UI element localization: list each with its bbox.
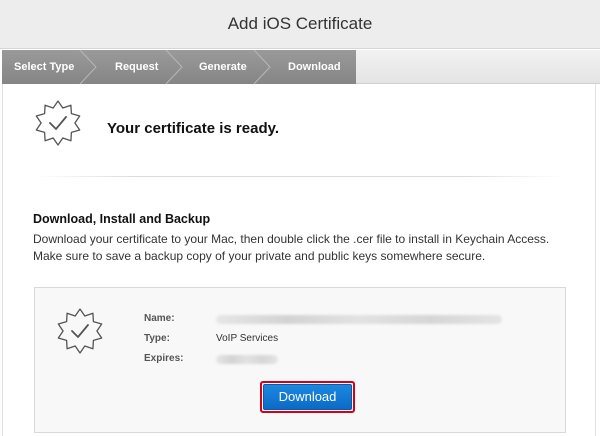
step-progress-bar: Select Type Request Generate Download [2,50,600,84]
certificate-type-value: VoIP Services [216,333,279,344]
page-title: Add iOS Certificate [227,14,373,33]
certificate-badge-check-icon [35,100,81,146]
download-button[interactable]: Download [263,384,352,410]
instructions-line-1: Download your certificate to your Mac, t… [33,232,550,246]
step-download: Download [288,61,341,73]
step-generate: Generate [199,61,247,73]
instructions-line-2: Make sure to save a backup copy of your … [33,249,486,263]
step-select-type: Select Type [14,61,75,73]
expires-label: Expires: [144,353,184,364]
step-separator-icon [79,50,97,84]
instructions-heading: Download, Install and Backup [33,212,211,226]
section-divider [33,176,564,177]
name-label: Name: [144,313,175,324]
certificate-expiry-redacted [216,355,278,364]
certificate-ready-message: Your certificate is ready. [107,120,280,137]
step-separator-icon [253,50,271,84]
certificate-name-redacted [216,315,502,324]
step-separator-icon [165,50,183,84]
window-header: Add iOS Certificate [0,0,600,49]
step-request: Request [115,61,159,73]
type-label: Type: [144,333,170,344]
certificate-badge-check-icon [57,308,103,354]
